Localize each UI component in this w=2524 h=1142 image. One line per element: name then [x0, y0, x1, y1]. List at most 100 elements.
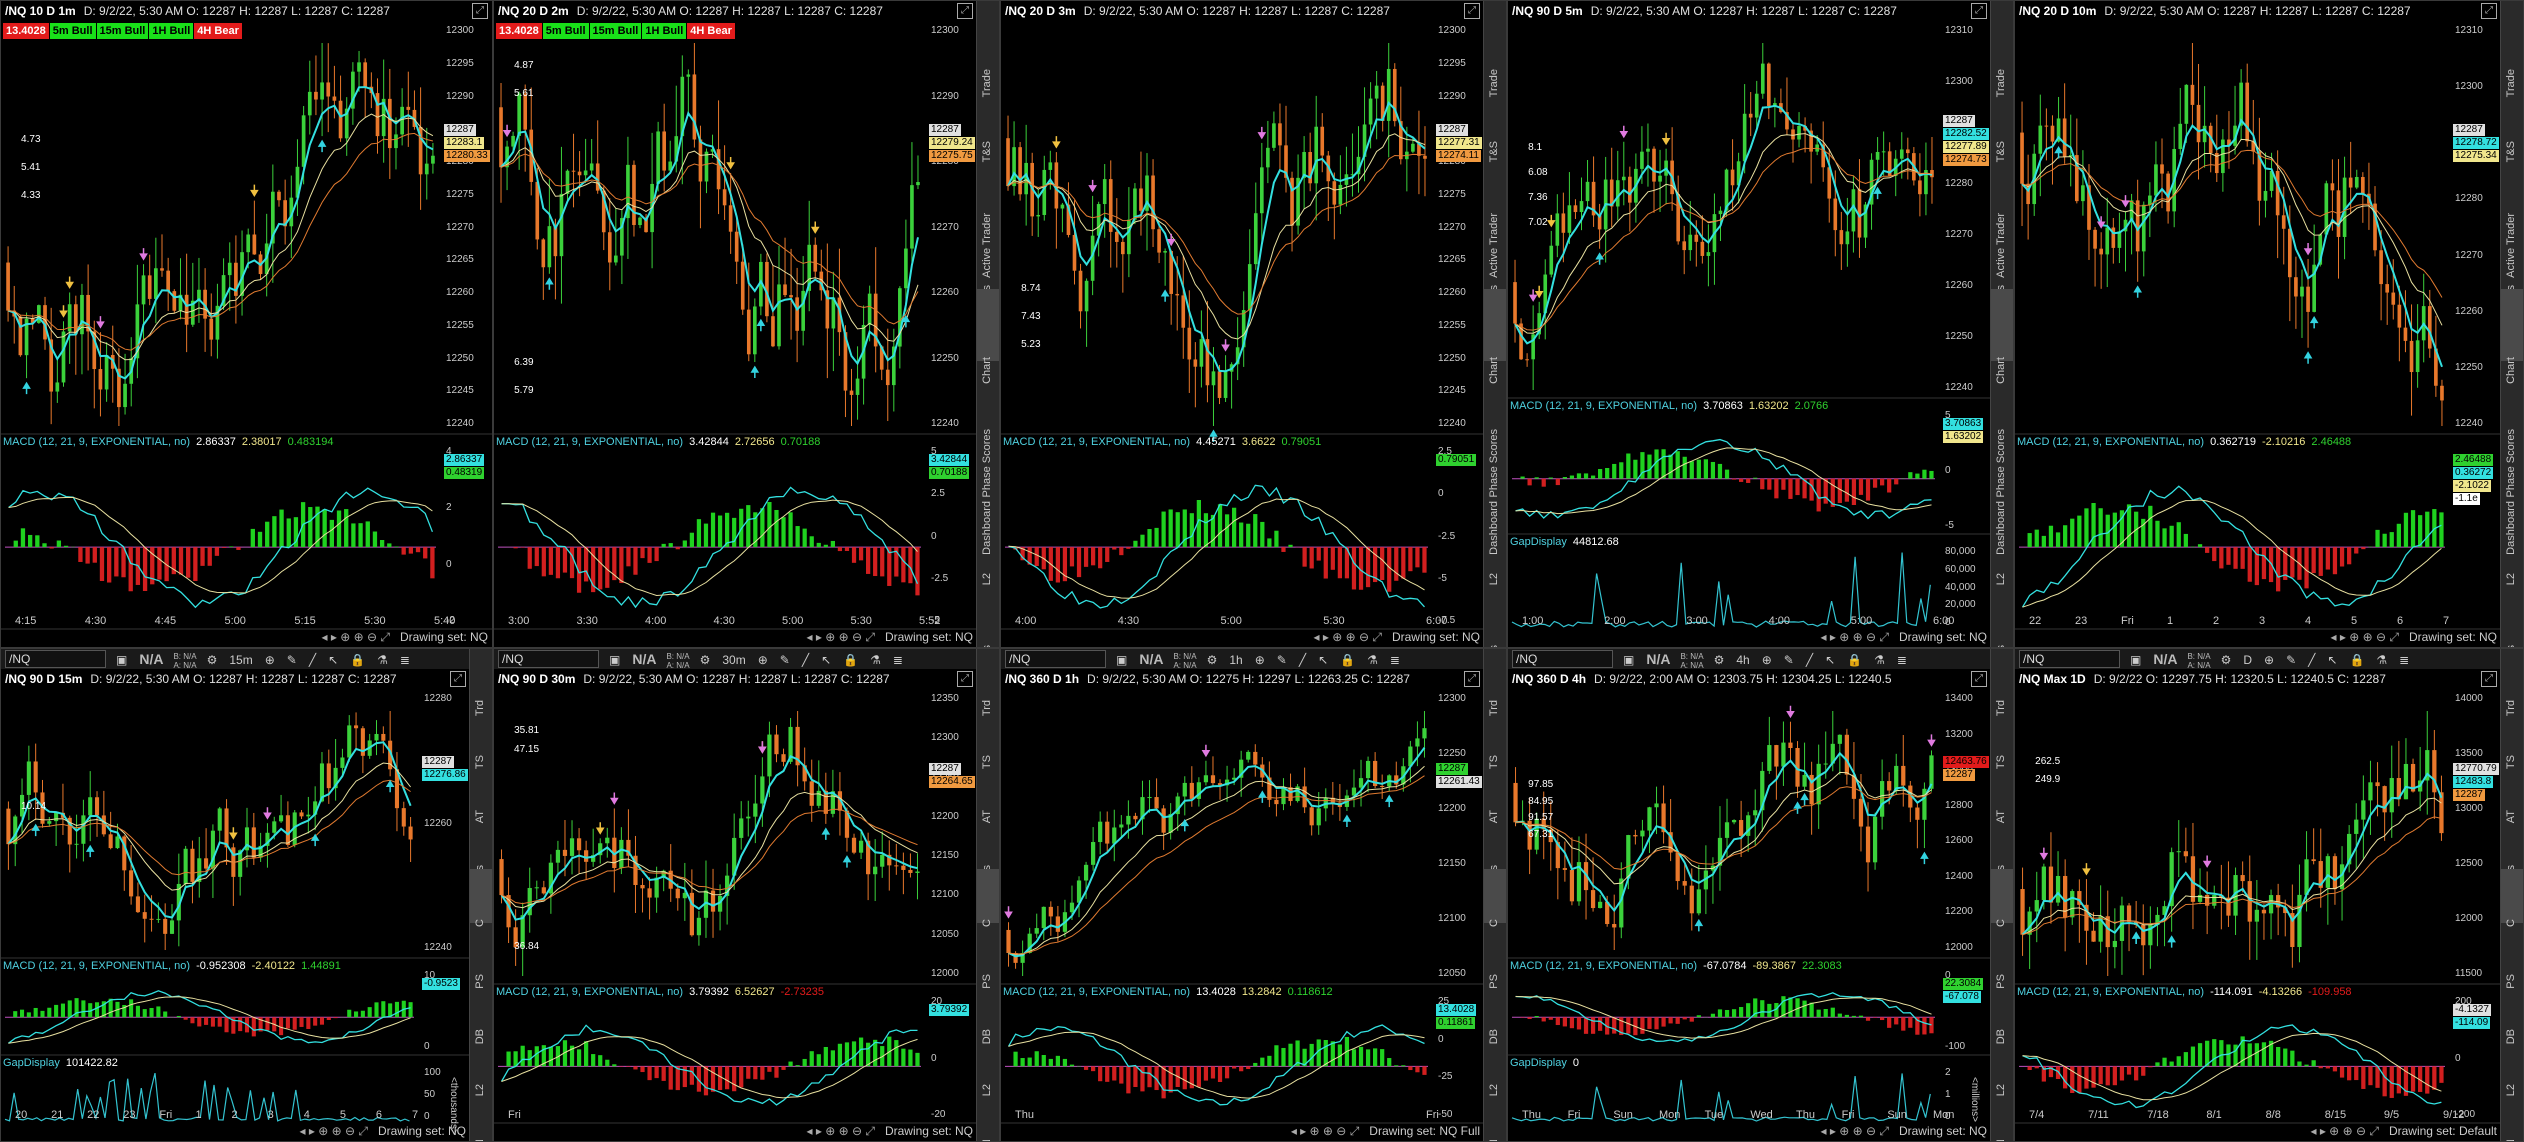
bottom-chart-3[interactable]: /NQ ▣ N/A B: N/A A: N/A ⚙ 1h ⊕ ✎ ╱ ↖ 🔒 ⚗ ≣/NQ 360 D 1…	[1000, 648, 1507, 1142]
side-tab-buttons[interactable]: Buttons	[1991, 217, 2013, 322]
side-tab-trd[interactable]: Trd	[1484, 649, 1506, 716]
bottom-chart-4[interactable]: /NQ ▣ N/A B: N/A A: N/A ⚙ 4h ⊕ ✎ ╱ ↖ 🔒 ⚗ ≣/NQ 360 D 4…	[1507, 648, 2014, 1142]
side-tab-ps[interactable]: PS	[977, 923, 999, 989]
side-tab-dashboard[interactable]: Dashboard	[1991, 433, 2013, 555]
side-tab-buttons[interactable]: Buttons	[2501, 217, 2523, 322]
side-tab-chart[interactable]: Chart	[977, 289, 999, 384]
side-tab-btns[interactable]: Btns	[2501, 814, 2523, 887]
top-chart-4[interactable]: /NQ 90 D 5m D: 9/2/22, 5:30 AM O: 12287 H…	[1507, 0, 2014, 648]
side-tab-ps[interactable]: PS	[2501, 923, 2523, 989]
side-tab-n[interactable]: N	[2501, 1088, 2523, 1141]
side-tab-ts[interactable]: TS	[1484, 704, 1506, 769]
drawing-set-label[interactable]: Drawing set: NQ	[885, 1124, 973, 1138]
zoom-controls[interactable]: ◂ ▸ ⊕ ⊕ ⊖ ⤢	[299, 1124, 367, 1138]
top-chart-3-plot[interactable]	[1001, 1, 1507, 648]
side-tab-dashboard[interactable]: Dashboard	[1484, 433, 1506, 555]
drawing-set-label[interactable]: Drawing set: NQ	[885, 630, 973, 644]
side-tab-phase-scores[interactable]: Phase Scores	[2501, 361, 2523, 497]
bottom-chart-5[interactable]: /NQ ▣ N/A B: N/A A: N/A ⚙ D ⊕ ✎ ╱ ↖ 🔒 ⚗ ≣/NQ Max 1D D:…	[2014, 648, 2524, 1142]
side-tab-at[interactable]: AT	[2501, 759, 2523, 823]
top-chart-2-plot[interactable]	[494, 1, 1000, 648]
side-tab-l2[interactable]: L2	[2501, 505, 2523, 585]
drawing-set-label[interactable]: Drawing set: NQ	[1392, 630, 1480, 644]
bottom-chart-5-plot[interactable]	[2015, 649, 2524, 1142]
side-tab-db[interactable]: DB	[977, 978, 999, 1044]
side-tab-db[interactable]: DB	[470, 978, 492, 1044]
side-tab-at[interactable]: AT	[977, 759, 999, 823]
zoom-controls[interactable]: ◂ ▸ ⊕ ⊕ ⊖ ⤢	[1820, 1124, 1888, 1138]
side-tab-trd[interactable]: Trd	[977, 649, 999, 716]
side-tab-chart[interactable]: Chart	[2501, 289, 2523, 384]
side-tab-at[interactable]: AT	[470, 759, 492, 823]
side-tab-db[interactable]: DB	[1484, 978, 1506, 1044]
side-tab-trade[interactable]: Trade	[2501, 1, 2523, 97]
side-tab-dashboard[interactable]: Dashboard	[977, 433, 999, 555]
bottom-chart-3-plot[interactable]	[1001, 649, 1507, 1142]
top-chart-5[interactable]: /NQ 20 D 10m D: 9/2/22, 5:30 AM O: 12287 …	[2014, 0, 2524, 648]
zoom-controls[interactable]: ◂ ▸ ⊕ ⊕ ⊖ ⤢	[806, 630, 874, 644]
side-tab-db[interactable]: DB	[1991, 978, 2013, 1044]
side-tab-news[interactable]: News	[977, 577, 999, 647]
zoom-controls[interactable]: ◂ ▸ ⊕ ⊕ ⊖ ⤢	[1313, 630, 1381, 644]
side-tab-news[interactable]: News	[1991, 577, 2013, 647]
side-tab-active-trader[interactable]: Active Trader	[1991, 145, 2013, 278]
side-tab-phase-scores[interactable]: Phase Scores	[1484, 361, 1506, 497]
side-tab-trd[interactable]: Trd	[470, 649, 492, 716]
side-tab-c[interactable]: C	[470, 868, 492, 927]
side-tab-t-s[interactable]: T&S	[1991, 73, 2013, 162]
side-tab-c[interactable]: C	[2501, 868, 2523, 927]
side-tab-c[interactable]: C	[1991, 868, 2013, 927]
side-tab-l2[interactable]: L2	[470, 1033, 492, 1096]
side-tab-trd[interactable]: Trd	[2501, 649, 2523, 716]
side-tab-ps[interactable]: PS	[1484, 923, 1506, 989]
bottom-chart-2[interactable]: /NQ ▣ N/A B: N/A A: N/A ⚙ 30m ⊕ ✎ ╱ ↖ 🔒 ⚗ ≣/NQ 90 D 3…	[493, 648, 1000, 1142]
side-tab-t-s[interactable]: T&S	[1484, 73, 1506, 162]
side-tab-l2[interactable]: L2	[1991, 1033, 2013, 1096]
side-tab-dashboard[interactable]: Dashboard	[2501, 433, 2523, 555]
side-tab-phase-scores[interactable]: Phase Scores	[977, 361, 999, 497]
side-tab-n[interactable]: N	[1484, 1088, 1506, 1141]
side-tab-at[interactable]: AT	[1484, 759, 1506, 823]
side-tab-at[interactable]: AT	[1991, 759, 2013, 823]
drawing-set-label[interactable]: Drawing set: NQ	[2409, 630, 2497, 644]
side-tab-l2[interactable]: L2	[1484, 1033, 1506, 1096]
side-tab-l2[interactable]: L2	[1484, 505, 1506, 585]
top-chart-2[interactable]: /NQ 20 D 2m D: 9/2/22, 5:30 AM O: 12287 H…	[493, 0, 1000, 648]
drawing-set-label[interactable]: Drawing set: Default	[2389, 1124, 2497, 1138]
side-tab-c[interactable]: C	[977, 868, 999, 927]
drawing-set-label[interactable]: Drawing set: NQ	[400, 630, 488, 644]
bottom-chart-2-plot[interactable]	[494, 649, 1000, 1142]
zoom-controls[interactable]: ◂ ▸ ⊕ ⊕ ⊖ ⤢	[2310, 1124, 2378, 1138]
side-tab-n[interactable]: N	[470, 1088, 492, 1141]
bottom-chart-1[interactable]: /NQ ▣ N/A B: N/A A: N/A ⚙ 15m ⊕ ✎ ╱ ↖ 🔒 ⚗ ≣/NQ 90 D 1…	[0, 648, 493, 1142]
zoom-controls[interactable]: ◂ ▸ ⊕ ⊕ ⊖ ⤢	[2330, 630, 2398, 644]
side-tab-buttons[interactable]: Buttons	[1484, 217, 1506, 322]
side-tab-chart[interactable]: Chart	[1991, 289, 2013, 384]
side-tab-l2[interactable]: L2	[2501, 1033, 2523, 1096]
side-tab-btns[interactable]: Btns	[1991, 814, 2013, 887]
side-tab-ts[interactable]: TS	[1991, 704, 2013, 769]
side-tab-phase-scores[interactable]: Phase Scores	[1991, 361, 2013, 497]
top-chart-1[interactable]: /NQ 10 D 1m D: 9/2/22, 5:30 AM O: 12287 H…	[0, 0, 493, 648]
side-tab-db[interactable]: DB	[2501, 978, 2523, 1044]
side-tab-l2[interactable]: L2	[1991, 505, 2013, 585]
side-tab-trd[interactable]: Trd	[1991, 649, 2013, 716]
drawing-set-label[interactable]: Drawing set: NQ Full	[1369, 1124, 1480, 1138]
side-tab-c[interactable]: C	[1484, 868, 1506, 927]
top-chart-4-plot[interactable]	[1508, 1, 2014, 648]
top-chart-1-plot[interactable]	[1, 1, 493, 648]
zoom-controls[interactable]: ◂ ▸ ⊕ ⊕ ⊖ ⤢	[806, 1124, 874, 1138]
side-tab-btns[interactable]: Btns	[977, 814, 999, 887]
drawing-set-label[interactable]: Drawing set: NQ	[1899, 630, 1987, 644]
side-tab-trade[interactable]: Trade	[977, 1, 999, 97]
top-chart-5-plot[interactable]	[2015, 1, 2524, 648]
zoom-controls[interactable]: ◂ ▸ ⊕ ⊕ ⊖ ⤢	[321, 630, 389, 644]
drawing-set-label[interactable]: Drawing set: NQ	[378, 1124, 466, 1138]
side-tab-t-s[interactable]: T&S	[2501, 73, 2523, 162]
side-tab-ts[interactable]: TS	[2501, 704, 2523, 769]
zoom-controls[interactable]: ◂ ▸ ⊕ ⊕ ⊖ ⤢	[1820, 630, 1888, 644]
side-tab-n[interactable]: N	[977, 1088, 999, 1141]
side-tab-trade[interactable]: Trade	[1484, 1, 1506, 97]
side-tab-n[interactable]: N	[1991, 1088, 2013, 1141]
side-tab-l2[interactable]: L2	[977, 505, 999, 585]
